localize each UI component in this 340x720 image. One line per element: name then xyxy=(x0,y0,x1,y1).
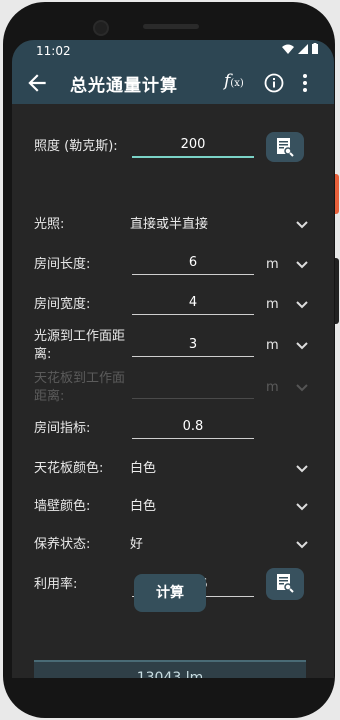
chevron-down-icon[interactable] xyxy=(296,220,308,230)
room-length-label: 房间长度: xyxy=(34,257,91,272)
ceiling-to-work-unit: m xyxy=(266,380,279,395)
table-search-icon xyxy=(277,574,294,593)
ceiling-to-work-label-line2: 距离: xyxy=(34,389,65,404)
light-to-work-label-line1: 光源到工作面距 xyxy=(34,329,126,344)
chevron-down-icon[interactable] xyxy=(296,341,308,351)
wall-color-select[interactable]: 白色 xyxy=(130,498,156,516)
more-vert-icon[interactable] xyxy=(302,73,308,93)
chevron-down-icon[interactable] xyxy=(296,540,308,550)
light-to-work-input[interactable]: 3 xyxy=(132,334,254,357)
calculate-button[interactable]: 计算 xyxy=(134,574,206,612)
light-to-work-label-line2: 离: xyxy=(34,347,52,362)
table-search-icon xyxy=(277,138,294,157)
earpiece-speaker xyxy=(143,24,199,29)
ceiling-to-work-input xyxy=(132,376,254,399)
illuminance-input[interactable]: 200 xyxy=(132,134,254,158)
room-width-label: 房间宽度: xyxy=(34,297,91,312)
info-icon[interactable] xyxy=(264,73,284,93)
chevron-down-icon[interactable] xyxy=(296,260,308,270)
status-time: 11:02 xyxy=(36,44,71,58)
chevron-down-icon[interactable] xyxy=(296,300,308,310)
illuminance-lookup-button[interactable] xyxy=(266,132,304,162)
page-title: 总光通量计算 xyxy=(70,76,178,96)
app-bar: 总光通量计算 f(x) xyxy=(12,62,334,104)
result-value: 13043 lm xyxy=(136,670,204,678)
room-width-input[interactable]: 4 xyxy=(132,292,254,315)
front-camera xyxy=(93,20,109,36)
ceiling-color-select[interactable]: 白色 xyxy=(130,460,156,478)
power-button xyxy=(335,174,339,214)
utilization-lookup-button[interactable] xyxy=(266,568,304,600)
signal-icon xyxy=(298,43,308,54)
volume-button xyxy=(335,258,339,324)
room-length-input[interactable]: 6 xyxy=(132,252,254,275)
status-bar: 11:02 xyxy=(12,40,334,62)
formula-icon-sub: (x) xyxy=(230,78,244,89)
wall-color-label: 墙壁颜色: xyxy=(34,499,91,514)
illuminance-label: 照度 (勒克斯): xyxy=(34,139,118,154)
back-arrow-icon[interactable] xyxy=(24,70,50,96)
top-bar: 11:02 总光通量计算 f(x) xyxy=(12,40,334,104)
screen: 11:02 总光通量计算 f(x) 照度 (勒克斯): 200 光照: 直接或半… xyxy=(12,40,334,678)
room-index-label: 房间指标: xyxy=(34,421,91,436)
battery-icon xyxy=(312,43,318,54)
maintenance-select[interactable]: 好 xyxy=(130,536,143,554)
status-icons xyxy=(282,43,318,54)
result-panel: 13043 lm xyxy=(34,660,306,678)
room-index-input[interactable]: 0.8 xyxy=(132,416,254,439)
ceiling-to-work-label-line1: 天花板到工作面 xyxy=(34,371,126,386)
chevron-down-icon xyxy=(296,384,308,392)
chevron-down-icon[interactable] xyxy=(296,464,308,474)
room-width-unit[interactable]: m xyxy=(266,296,279,314)
ceiling-color-label: 天花板颜色: xyxy=(34,461,104,476)
utilization-label: 利用率: xyxy=(34,577,78,592)
wifi-icon xyxy=(282,44,294,54)
lighting-select[interactable]: 直接或半直接 xyxy=(130,216,208,234)
formula-button[interactable]: f(x) xyxy=(224,71,244,91)
chevron-down-icon[interactable] xyxy=(296,502,308,512)
room-length-unit[interactable]: m xyxy=(266,256,279,274)
maintenance-label: 保养状态: xyxy=(34,537,91,552)
light-to-work-unit[interactable]: m xyxy=(266,337,279,355)
lighting-label: 光照: xyxy=(34,217,65,232)
